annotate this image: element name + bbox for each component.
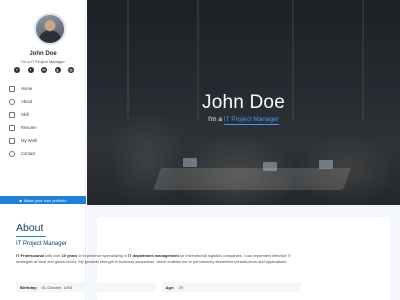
background-desk: [152, 168, 352, 190]
background-laptop: [183, 158, 197, 167]
social-links: f t in g ◎: [14, 67, 74, 75]
hero-role: IT Project Manager: [223, 116, 279, 125]
user-icon: [9, 98, 15, 105]
sidebar-item-about[interactable]: About: [9, 95, 83, 108]
about-text-part: of experience specializing in: [77, 253, 129, 258]
about-text-part: with over: [43, 253, 62, 258]
fact-key: Age:: [165, 284, 175, 290]
github-icon[interactable]: g: [54, 67, 61, 73]
sidebar-item-label: About: [21, 99, 32, 104]
about-facts: Birthday: 01 October, 1993 Age: 29: [16, 282, 301, 292]
about-highlight: IT department management: [128, 253, 179, 258]
fact-birthday: Birthday: 01 October, 1993: [16, 282, 156, 292]
background-laptop: [319, 160, 333, 169]
about-role: IT Project Manager: [16, 241, 67, 247]
phone-icon: [9, 150, 15, 157]
facebook-icon[interactable]: f: [14, 67, 20, 73]
about-title: About: [16, 222, 44, 234]
profile-name: John Doe: [29, 51, 57, 57]
make-portfolio-label: Make your own portfolio: [23, 197, 67, 203]
avatar: [34, 13, 66, 45]
sidebar-item-resume[interactable]: Resume: [9, 121, 83, 134]
gear-icon: ■: [19, 197, 22, 203]
sidebar-nav: Home About Skill Resume My Work Contact: [9, 82, 83, 160]
about-highlight: IT Professional: [16, 253, 44, 258]
home-icon: [9, 85, 15, 92]
background-laptop: [263, 162, 277, 171]
fact-value: 01 October, 1993: [41, 284, 73, 290]
fact-value: 29: [178, 284, 183, 290]
sidebar-item-label: Resume: [21, 125, 37, 130]
about-description: IT Professional with over 10 years of ex…: [16, 253, 301, 265]
about-title-underline: [16, 236, 46, 237]
chart-icon: [9, 111, 15, 118]
sidebar-item-label: Skill: [21, 112, 29, 117]
hero-title: John Doe: [202, 92, 285, 113]
sidebar-item-label: My Work: [21, 138, 38, 143]
briefcase-icon: [9, 137, 15, 144]
profile-tagline: I'm a IT Project Manager: [21, 59, 65, 64]
make-portfolio-button[interactable]: ■ Make your own portfolio: [0, 196, 86, 204]
file-icon: [9, 124, 15, 131]
about-highlight: 10 years: [61, 253, 78, 258]
linkedin-icon[interactable]: in: [41, 67, 47, 73]
sidebar-item-my-work[interactable]: My Work: [9, 134, 83, 147]
sidebar-item-home[interactable]: Home: [9, 82, 83, 95]
sidebar-item-contact[interactable]: Contact: [9, 147, 83, 160]
sidebar-item-label: Home: [21, 86, 33, 91]
fact-key: Birthday:: [20, 284, 38, 290]
hero-subtitle: I'm a IT Project Manager: [87, 116, 400, 125]
instagram-icon[interactable]: ◎: [68, 67, 74, 73]
sidebar-item-skill[interactable]: Skill: [9, 108, 83, 121]
hero-prefix: I'm a: [208, 116, 222, 123]
sidebar-item-label: Contact: [21, 151, 36, 156]
hero-section: John Doe I'm a IT Project Manager: [87, 0, 400, 205]
fact-age: Age: 29: [161, 282, 301, 292]
twitter-icon[interactable]: t: [27, 67, 34, 73]
